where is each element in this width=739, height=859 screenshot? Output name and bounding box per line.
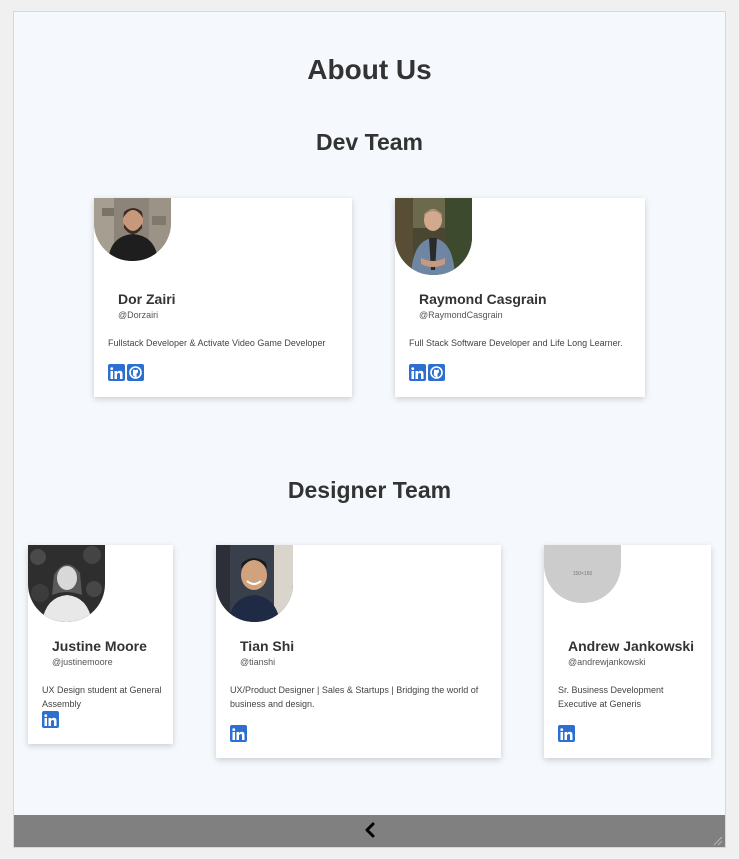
about-page: About Us Dev Team Dor Zairi @Dorzairi Fu… (13, 11, 726, 848)
member-card-dor-zairi: Dor Zairi @Dorzairi Fullstack Developer … (94, 198, 352, 397)
member-name: Raymond Casgrain (419, 291, 547, 307)
member-handle: @RaymondCasgrain (419, 310, 503, 320)
avatar (28, 545, 105, 622)
avatar (216, 545, 293, 622)
github-icon[interactable] (428, 364, 445, 381)
linkedin-icon[interactable] (230, 725, 247, 742)
linkedin-icon[interactable] (42, 711, 59, 728)
linkedin-icon[interactable] (409, 364, 426, 381)
avatar-placeholder: 150×150 (544, 545, 621, 603)
linkedin-icon[interactable] (108, 364, 125, 381)
avatar (395, 198, 472, 275)
avatar (94, 198, 171, 261)
member-handle: @tianshi (240, 657, 276, 667)
placeholder-text: 150×150 (572, 571, 593, 577)
designer-team-title: Designer Team (287, 477, 452, 503)
github-icon[interactable] (127, 364, 144, 381)
footer-bar (14, 815, 725, 847)
member-bio: UX Design student at General Assembly (42, 685, 162, 709)
member-card-raymond-casgrain: Raymond Casgrain @RaymondCasgrain Full S… (395, 198, 645, 397)
member-bio: Fullstack Developer & Activate Video Gam… (108, 338, 326, 348)
dev-team-title: Dev Team (316, 129, 423, 155)
member-handle: @Dorzairi (118, 310, 159, 320)
member-name: Andrew Jankowski (568, 638, 695, 654)
member-bio: Sr. Business Development Executive at Ge… (558, 685, 664, 709)
page-title: About Us (307, 54, 432, 85)
member-card-andrew-jankowski: 150×150 Andrew Jankowski @andrewjankowsk… (544, 545, 711, 758)
chevron-left-icon[interactable] (363, 820, 377, 840)
member-name: Tian Shi (240, 638, 295, 654)
member-card-tian-shi: Tian Shi @tianshi UX/Product Designer | … (216, 545, 501, 758)
member-card-justine-moore: Justine Moore @justinemoore UX Design st… (28, 545, 173, 744)
member-handle: @justinemoore (52, 657, 113, 667)
linkedin-icon[interactable] (558, 725, 575, 742)
member-bio: UX/Product Designer | Sales & Startups |… (230, 685, 479, 709)
member-bio: Full Stack Software Developer and Life L… (409, 338, 623, 348)
member-handle: @andrewjankowski (568, 657, 646, 667)
member-name: Justine Moore (52, 638, 147, 654)
resize-grip-icon[interactable] (711, 833, 723, 846)
member-name: Dor Zairi (118, 291, 176, 307)
